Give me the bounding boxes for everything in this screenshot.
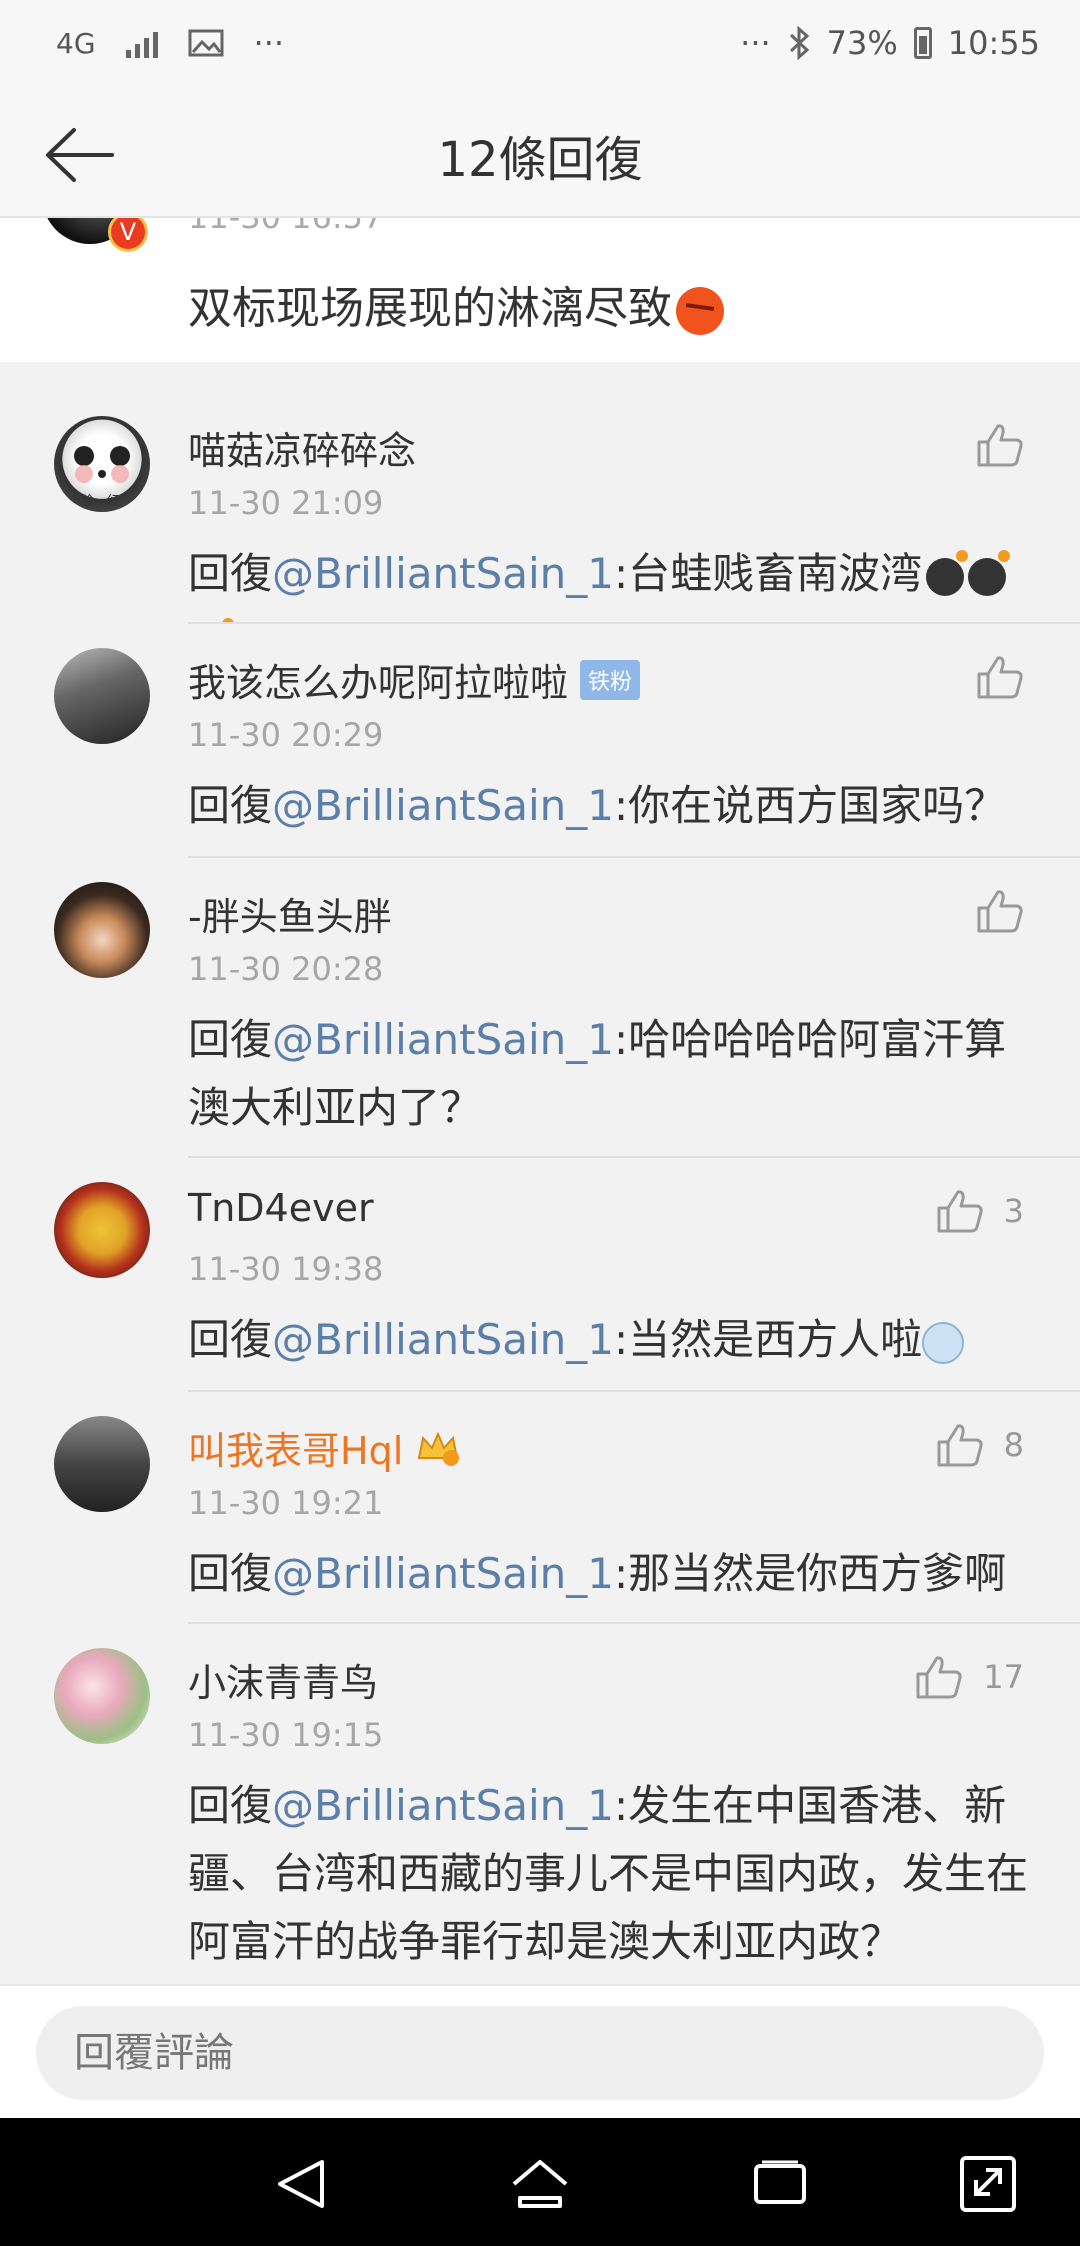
comment-time: 11-30 16:57 bbox=[188, 218, 383, 236]
mention-link[interactable]: @BrilliantSain_1 bbox=[272, 1549, 614, 1598]
like-button[interactable] bbox=[976, 422, 1024, 468]
avatar[interactable] bbox=[54, 1648, 150, 1744]
username[interactable]: 小沫青青鸟 bbox=[188, 1652, 378, 1707]
username[interactable]: TnD4ever bbox=[188, 1186, 374, 1230]
like-button[interactable]: 17 bbox=[915, 1654, 1024, 1700]
comment-time: 11-30 21:09 bbox=[188, 484, 384, 522]
comment-text-content: 双标现场展现的淋漓尽致 bbox=[188, 283, 672, 334]
nav-expand-icon[interactable] bbox=[956, 2154, 1020, 2214]
comment-text: 双标现场展现的淋漓尽致 bbox=[188, 272, 724, 336]
like-count: 3 bbox=[1003, 1192, 1024, 1230]
comment-time: 11-30 19:21 bbox=[188, 1484, 384, 1522]
vip-crown-icon bbox=[418, 1430, 460, 1466]
reply-input[interactable]: 回覆評論 bbox=[36, 2006, 1044, 2100]
thumbs-up-icon bbox=[937, 1424, 983, 1467]
verified-badge: V bbox=[108, 218, 148, 252]
list-item: TnD4ever 11-30 19:38 回復@BrilliantSain_1:… bbox=[0, 1158, 1080, 1392]
status-bar: 4G ··· ··· 73% 10:55 bbox=[0, 0, 1080, 90]
username[interactable]: 我该怎么办呢阿拉啦啦 铁粉 bbox=[188, 652, 641, 707]
network-indicator: 4G bbox=[56, 26, 96, 60]
battery-icon bbox=[913, 27, 932, 59]
avatar[interactable] bbox=[54, 648, 150, 744]
nav-recents-icon[interactable] bbox=[748, 2154, 812, 2214]
battery-percent: 73% bbox=[826, 24, 898, 62]
thumbs-up-icon bbox=[937, 1190, 983, 1233]
thumbs-up-icon bbox=[977, 424, 1023, 467]
avatar[interactable]: 小脸一红 bbox=[54, 416, 150, 512]
username[interactable]: 喵菇凉碎碎念 bbox=[188, 420, 416, 475]
comment-time: 11-30 19:38 bbox=[188, 1250, 384, 1288]
root-comment: V 11-30 16:57 双标现场展现的淋漓尽致 bbox=[0, 218, 1080, 362]
thumbs-up-icon bbox=[977, 890, 1023, 933]
like-button[interactable]: 3 bbox=[936, 1188, 1024, 1234]
comment-body: 回復@BrilliantSain_1:你在说西方国家吗？ bbox=[188, 781, 1007, 830]
avatar[interactable] bbox=[54, 1182, 150, 1278]
like-button[interactable] bbox=[976, 654, 1024, 700]
list-item: 小沫青青鸟 11-30 19:15 回復@BrilliantSain_1:发生在… bbox=[0, 1624, 1080, 1984]
username[interactable]: -胖头鱼头胖 bbox=[188, 886, 392, 941]
list-item: 小脸一红 喵菇凉碎碎念 11-30 21:09 回復@BrilliantSain… bbox=[0, 392, 1080, 664]
bomb-icon bbox=[968, 549, 1011, 596]
reply-list: 小脸一红 喵菇凉碎碎念 11-30 21:09 回復@BrilliantSain… bbox=[0, 392, 1080, 1984]
comment-time: 11-30 20:28 bbox=[188, 950, 384, 988]
thumbs-up-icon bbox=[916, 1656, 962, 1699]
comment-body: 回復@BrilliantSain_1:发生在中国香港、新疆、台湾和西藏的事儿不是… bbox=[188, 1781, 1029, 1966]
comment-time: 11-30 19:15 bbox=[188, 1716, 384, 1754]
like-count: 17 bbox=[983, 1658, 1024, 1696]
avatar[interactable] bbox=[54, 1416, 150, 1512]
system-nav-bar bbox=[0, 2118, 1080, 2246]
gallery-icon bbox=[188, 29, 224, 57]
thumbs-up-icon bbox=[977, 656, 1023, 699]
mention-link[interactable]: @BrilliantSain_1 bbox=[272, 781, 614, 830]
bluetooth-icon bbox=[789, 26, 809, 60]
mention-link[interactable]: @BrilliantSain_1 bbox=[272, 1315, 614, 1364]
mention-link[interactable]: @BrilliantSain_1 bbox=[272, 1781, 614, 1830]
fan-badge: 铁粉 bbox=[580, 659, 641, 700]
mention-link[interactable]: @BrilliantSain_1 bbox=[272, 1015, 614, 1064]
bomb-icon bbox=[926, 549, 969, 596]
signal-icon bbox=[125, 28, 158, 58]
angry-emoji-icon bbox=[676, 287, 724, 335]
laugh-emoji-icon bbox=[922, 1321, 965, 1364]
comment-time: 11-30 20:29 bbox=[188, 716, 384, 754]
like-button[interactable]: 8 bbox=[936, 1422, 1024, 1468]
nav-home-icon[interactable] bbox=[508, 2154, 572, 2214]
list-item: 叫我表哥Hql 11-30 19:21 回復@BrilliantSain_1:那… bbox=[0, 1392, 1080, 1624]
avatar-caption: 小脸一红 bbox=[68, 494, 121, 509]
app-header: 12條回復 bbox=[0, 90, 1080, 218]
reply-bar: 回覆評論 bbox=[0, 1984, 1080, 2118]
comment-body: 回復@BrilliantSain_1:哈哈哈哈哈阿富汗算澳大利亚内了？ bbox=[188, 1015, 1007, 1132]
list-item: -胖头鱼头胖 11-30 20:28 回復@BrilliantSain_1:哈哈… bbox=[0, 858, 1080, 1158]
nav-back-icon[interactable] bbox=[270, 2154, 334, 2214]
username[interactable]: 叫我表哥Hql bbox=[188, 1420, 461, 1475]
page-title: 12條回復 bbox=[437, 132, 643, 188]
comment-body: 回復@BrilliantSain_1:当然是西方人啦 bbox=[188, 1306, 1038, 1374]
avatar[interactable] bbox=[54, 882, 150, 978]
more-status: ··· bbox=[740, 24, 771, 62]
clock: 10:55 bbox=[947, 24, 1040, 62]
like-count: 8 bbox=[1003, 1426, 1024, 1464]
list-item: 我该怎么办呢阿拉啦啦 铁粉 11-30 20:29 回復@BrilliantSai… bbox=[0, 624, 1080, 858]
comment-body: 回復@BrilliantSain_1:那当然是你西方爹啊 bbox=[188, 1549, 1007, 1598]
mention-link[interactable]: @BrilliantSain_1 bbox=[272, 549, 614, 598]
more-notifications: ··· bbox=[253, 24, 285, 62]
like-button[interactable] bbox=[976, 888, 1024, 934]
